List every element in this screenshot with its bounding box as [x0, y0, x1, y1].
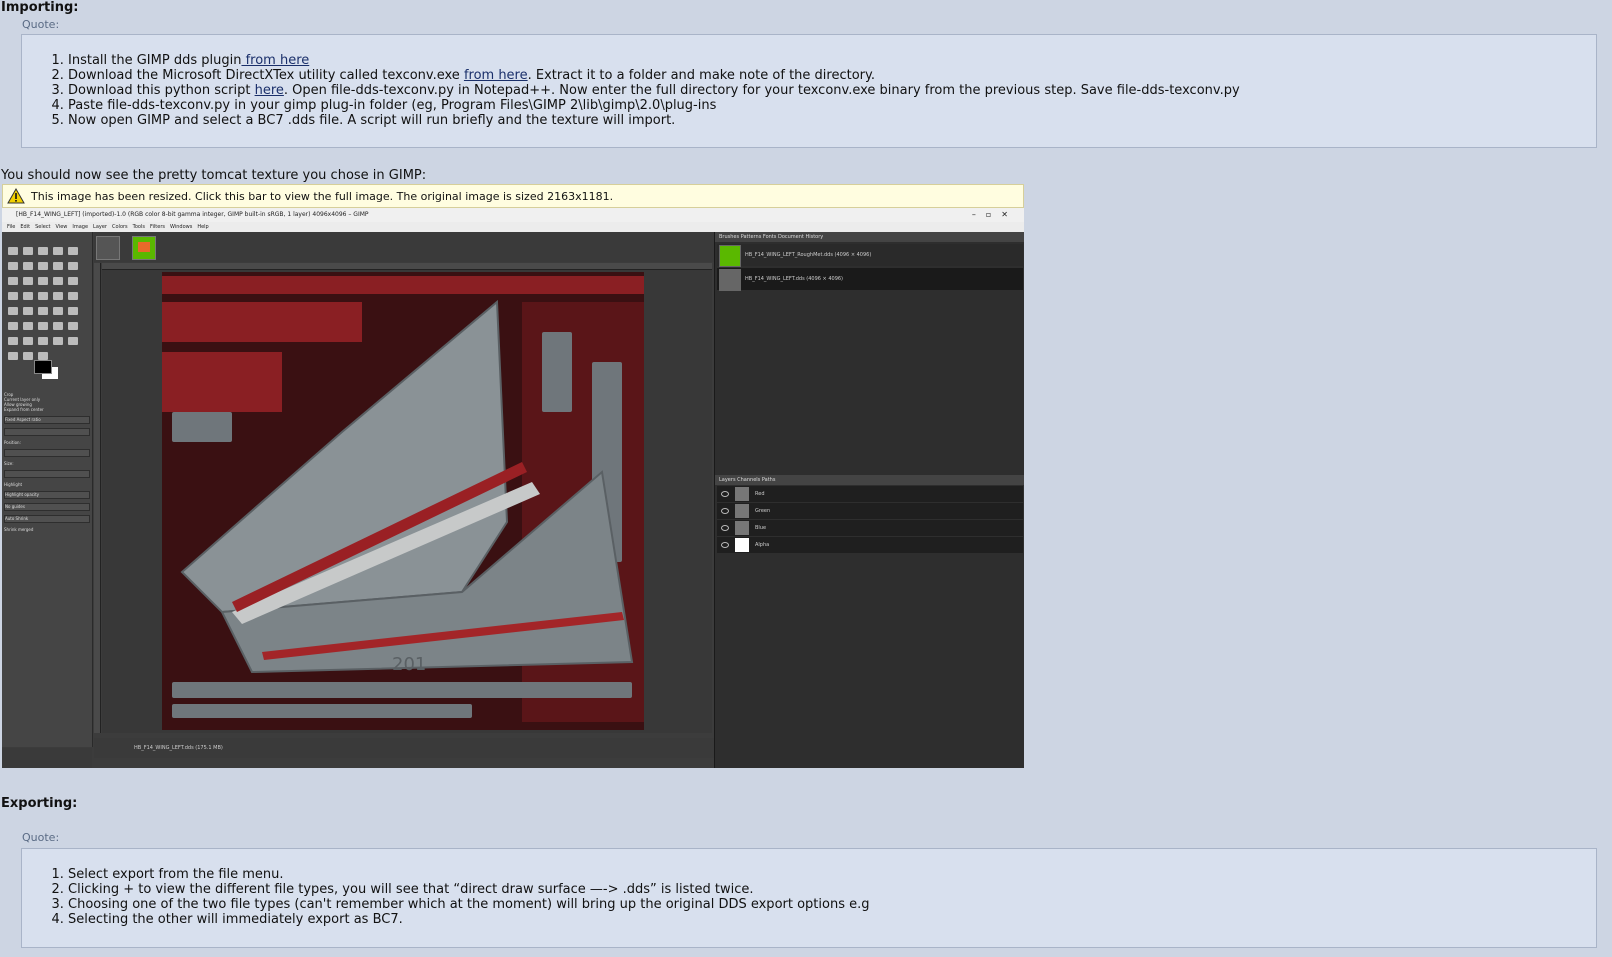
eye-icon: [721, 542, 729, 548]
gimp-dds-plugin-link[interactable]: from here: [241, 53, 310, 68]
channel-label: Alpha: [755, 542, 770, 548]
step-text: Install the GIMP dds plugin: [68, 53, 242, 68]
gimp-titlebar: [HB_F14_WING_LEFT] (imported)-1.0 (RGB c…: [2, 208, 1024, 222]
tool-option-label: Size:: [4, 461, 14, 466]
import-step-5: Now open GIMP and select a BC7 .dds file…: [68, 113, 1596, 128]
import-step-2: Download the Microsoft DirectXTex utilit…: [68, 68, 1596, 83]
step-text: Download this python script: [68, 83, 255, 98]
exporting-heading: Exporting:: [1, 796, 78, 811]
gimp-menubar: File Edit Select View Image Layer Colors Tools F…: [2, 222, 1024, 232]
gimp-menu-item: Image: [72, 224, 89, 230]
resize-notice-text: This image has been resized. Click this …: [31, 189, 614, 203]
tool-option-label: Position:: [4, 440, 21, 445]
history-item[interactable]: HB_F14_WING_LEFT_RoughMet.dds (4096 × 40…: [717, 244, 1023, 267]
import-quote-box: Install the GIMP dds plugin from here Do…: [21, 34, 1597, 148]
history-label: HB_F14_WING_LEFT.dds (4096 × 4096): [745, 276, 844, 282]
channel-row[interactable]: Red: [717, 486, 1023, 502]
history-label: HB_F14_WING_LEFT_RoughMet.dds (4096 × 40…: [745, 252, 872, 258]
image-canvas: 201: [102, 270, 712, 733]
export-quote-label: Quote:: [22, 831, 60, 844]
tomcat-wing-texture: 201: [162, 272, 644, 730]
channel-label: Red: [755, 491, 765, 497]
import-step-4: Paste file-dds-texconv.py in your gimp p…: [68, 98, 1596, 113]
importing-heading: Importing:: [1, 0, 79, 15]
gimp-menu-item: File: [7, 224, 16, 230]
tool-option-label: Expand from center: [4, 407, 44, 412]
gimp-menu-item: Filters: [150, 224, 165, 230]
export-step-3: Choosing one of the two file types (can'…: [68, 897, 1596, 912]
export-step-2: Clicking + to view the different file ty…: [68, 882, 1596, 897]
channel-label: Blue: [755, 525, 767, 531]
step-text: Paste file-dds-texconv.py in your gimp p…: [68, 98, 717, 113]
gimp-right-dock: Brushes Patterns Fonts Document History …: [714, 232, 1024, 768]
gimp-menu-item: Windows: [170, 224, 193, 230]
channel-label: Green: [755, 508, 771, 514]
tool-option-label: Highlight opacity: [4, 491, 90, 499]
gimp-statusbar: HB_F14_WING_LEFT.dds (175.1 MB): [94, 738, 714, 758]
eye-icon: [721, 491, 729, 497]
gimp-menu-item: Select: [35, 224, 51, 230]
gimp-menu-item: Layer: [93, 224, 107, 230]
image-tabs: [94, 232, 714, 262]
step-text: . Extract it to a folder and make note o…: [527, 68, 875, 83]
gimp-menu-item: Colors: [112, 224, 128, 230]
import-quote-label: Quote:: [22, 18, 60, 31]
gimp-screenshot-image[interactable]: [HB_F14_WING_LEFT] (imported)-1.0 (RGB c…: [2, 208, 1024, 768]
export-step-1: Select export from the file menu.: [68, 867, 1596, 882]
foreground-color-swatch: [34, 360, 52, 374]
warning-icon: [7, 188, 25, 204]
history-item[interactable]: HB_F14_WING_LEFT.dds (4096 × 4096): [717, 268, 1023, 291]
tool-option-label: Auto Shrink: [4, 515, 90, 523]
tool-option-label: Fixed Aspect ratio: [4, 416, 90, 424]
tool-option-label: Shrink merged: [4, 527, 34, 532]
python-script-link[interactable]: here: [255, 83, 284, 98]
window-controls-icon: –▫✕: [971, 210, 1018, 219]
tool-options-panel: Crop Current layer only Allow growing Ex…: [4, 392, 90, 592]
export-quote-box: Select export from the file menu. Clicki…: [21, 848, 1597, 948]
import-step-3: Download this python script here. Open f…: [68, 83, 1596, 98]
gimp-menu-item: View: [55, 224, 68, 230]
dock-tabs-top: Brushes Patterns Fonts Document History: [715, 232, 1024, 242]
horizontal-ruler: [102, 263, 712, 270]
step-text: Now open GIMP and select a BC7 .dds file…: [68, 113, 676, 128]
channel-row[interactable]: Alpha: [717, 537, 1023, 553]
gimp-window-title: [HB_F14_WING_LEFT] (imported)-1.0 (RGB c…: [16, 211, 369, 218]
wing-shape-icon: 201: [180, 299, 634, 675]
gimp-menu-item: Edit: [20, 224, 31, 230]
import-step-1: Install the GIMP dds plugin from here: [68, 53, 1596, 68]
channel-row[interactable]: Blue: [717, 520, 1023, 536]
image-tab-thumb: [132, 236, 156, 260]
gimp-menu-item: Help: [197, 224, 209, 230]
directxtex-link[interactable]: from here: [464, 68, 528, 83]
vertical-ruler: [94, 263, 101, 733]
tool-option-label: Highlight: [4, 482, 23, 487]
status-text: HB_F14_WING_LEFT.dds (175.1 MB): [134, 745, 223, 751]
tool-icons-grid: [6, 244, 80, 363]
tool-option-label: No guides: [4, 503, 90, 511]
intro-sentence: You should now see the pretty tomcat tex…: [1, 168, 427, 183]
export-step-4: Selecting the other will immediately exp…: [68, 912, 1596, 927]
toolbox-footer: [2, 748, 92, 768]
gimp-menu-item: Tools: [132, 224, 145, 230]
eye-icon: [721, 525, 729, 531]
import-steps-list: Install the GIMP dds plugin from here Do…: [22, 53, 1596, 128]
step-text: . Open file-dds-texconv.py in Notepad++.…: [283, 83, 1240, 98]
export-steps-list: Select export from the file menu. Clicki…: [22, 867, 1596, 927]
channel-row[interactable]: Green: [717, 503, 1023, 519]
step-text: Download the Microsoft DirectXTex utilit…: [68, 68, 464, 83]
image-tab-thumb: [96, 236, 120, 260]
eye-icon: [721, 508, 729, 514]
resize-notice-bar[interactable]: This image has been resized. Click this …: [2, 184, 1024, 208]
dock-tabs-bottom: Layers Channels Paths: [715, 475, 1024, 485]
gimp-toolbox: Crop Current layer only Allow growing Ex…: [2, 232, 93, 747]
svg-text:201: 201: [392, 654, 426, 675]
